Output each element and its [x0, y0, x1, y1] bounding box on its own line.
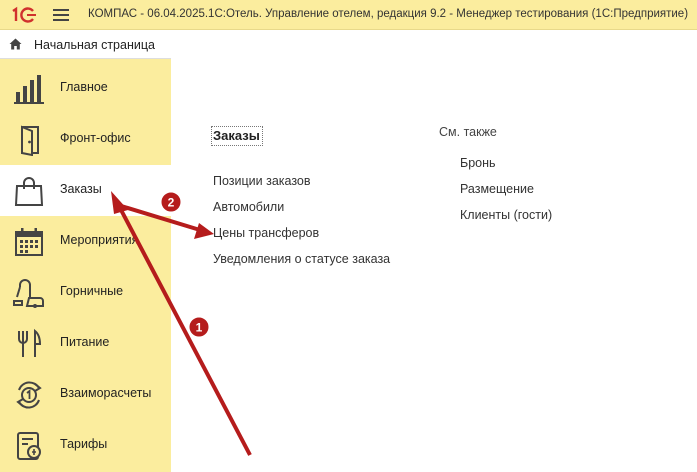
link-accommodation[interactable]: Размещение: [460, 182, 534, 196]
sidebar-item-label: Главное: [60, 80, 108, 94]
home-icon: [9, 38, 22, 50]
sidebar-item-tariffs[interactable]: Тарифы: [0, 420, 171, 471]
sidebar-item-front-office[interactable]: Фронт-офис: [0, 114, 171, 165]
link-order-status-notifications[interactable]: Уведомления о статусе заказа: [213, 252, 390, 266]
1c-logo-icon: [12, 6, 36, 23]
sidebar-item-main[interactable]: Главное: [0, 63, 171, 114]
sidebar-item-events[interactable]: Мероприятия: [0, 216, 171, 267]
vacuum-icon: [13, 279, 44, 308]
sidebar-item-orders[interactable]: Заказы: [0, 165, 171, 216]
sidebar-item-label: Тарифы: [60, 437, 108, 451]
1c-logo: [9, 6, 37, 24]
calendar-icon: [15, 228, 43, 256]
link-transfer-prices[interactable]: Цены трансферов: [213, 226, 319, 240]
sidebar-item-label: Взаиморасчеты: [60, 386, 152, 400]
sidebar-item-label: Мероприятия: [60, 233, 139, 247]
link-cars[interactable]: Автомобили: [213, 200, 284, 214]
sidebar-item-housekeeping[interactable]: Горничные: [0, 267, 171, 318]
main-content: [171, 30, 697, 472]
sidebar-item-food[interactable]: Питание: [0, 318, 171, 369]
door-icon: [21, 125, 39, 156]
sidebar-item-label: Питание: [60, 335, 110, 349]
link-clients[interactable]: Клиенты (гости): [460, 208, 552, 222]
sidebar-item-label: Фронт-офис: [60, 131, 131, 145]
bar-chart-icon: [14, 75, 44, 104]
title-bar: КОМПАС - 06.04.2025.1С:Отель. Управление…: [0, 0, 697, 30]
link-booking[interactable]: Бронь: [460, 156, 496, 170]
sidebar-item-settlements[interactable]: Взаиморасчеты: [0, 369, 171, 420]
sidebar-home-label: Начальная страница: [34, 38, 155, 52]
section-title: Заказы: [211, 126, 263, 146]
tariff-icon: [17, 432, 41, 460]
sidebar-item-label: Заказы: [60, 182, 102, 196]
link-order-items[interactable]: Позиции заказов: [213, 174, 311, 188]
shopping-bag-icon: [14, 177, 44, 206]
sidebar-item-label: Горничные: [60, 284, 124, 298]
window-title: КОМПАС - 06.04.2025.1С:Отель. Управление…: [88, 8, 689, 20]
exchange-icon: [16, 381, 42, 409]
main-menu-icon[interactable]: [53, 9, 69, 21]
cutlery-icon: [18, 328, 42, 357]
see-also-title: См. также: [439, 125, 497, 139]
sidebar-home[interactable]: Начальная страница: [0, 30, 171, 59]
